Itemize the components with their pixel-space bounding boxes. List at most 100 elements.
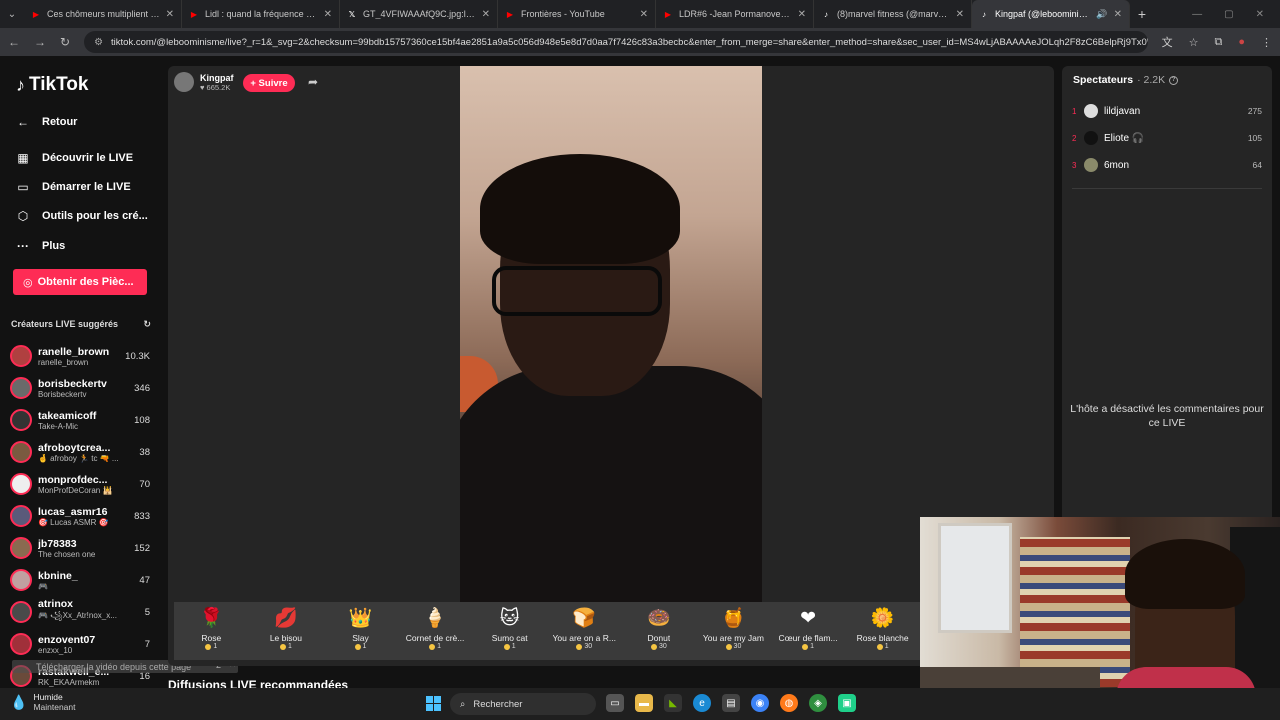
suggested-creator[interactable]: lucas_asmr16 🎯 Lucas ASMR 🎯 833 xyxy=(10,501,150,531)
xbox-icon[interactable]: ◈ xyxy=(809,694,827,712)
address-bar[interactable]: ⚙ tiktok.com/@leboominisme/live?_r=1&_sv… xyxy=(84,31,1148,53)
host-avatar[interactable] xyxy=(174,72,194,92)
coin-icon xyxy=(503,643,510,650)
suggested-creator[interactable]: enzovent07 enzxx_10 7 xyxy=(10,629,150,659)
new-tab-button[interactable]: + xyxy=(1130,6,1154,22)
file-explorer-icon[interactable]: ▬ xyxy=(635,694,653,712)
gift-price: 30 xyxy=(725,643,741,650)
gift-icon: ❤ xyxy=(800,608,816,629)
coin-icon xyxy=(279,643,286,650)
forward-icon[interactable]: → xyxy=(34,35,46,49)
nav-item[interactable]: ← Retour xyxy=(16,115,77,129)
gift-price: 1 xyxy=(279,643,292,650)
gift-item[interactable]: 🍦 Cornet de crè... 1 xyxy=(399,607,471,650)
gift-price: 30 xyxy=(650,643,667,650)
browser-tab[interactable]: ▶ Lidl : quand la fréquence de tra ✕ xyxy=(182,0,340,28)
windows-start-icon[interactable] xyxy=(426,696,441,711)
menu-dots-icon[interactable]: ⋮ xyxy=(1261,36,1272,49)
viewer-row[interactable]: 3 6mon 64 xyxy=(1072,156,1262,174)
gift-item[interactable]: 🍩 Donut 30 xyxy=(623,607,695,650)
suggested-creator[interactable]: kbnine_ 🎮 47 xyxy=(10,565,150,595)
nav-item[interactable]: ▭ Démarrer le LIVE xyxy=(16,180,130,194)
minimize-icon[interactable]: — xyxy=(1192,9,1202,20)
windows-taskbar: 💧 Humide Maintenant ⌕ Rechercher ▭ ▬ ◣ e… xyxy=(0,688,1280,720)
gift-item[interactable]: 🐱 Sumo cat 1 xyxy=(474,607,546,650)
browser-tab[interactable]: ♪ (8)marvel fitness (@marvel.fit) | ✕ xyxy=(814,0,972,28)
close-tab-icon[interactable]: ✕ xyxy=(1114,9,1122,20)
get-coins-button[interactable]: ◎ Obtenir des Pièc... xyxy=(13,269,147,295)
suggested-creator[interactable]: atrinox 🎮 ꧁Xx_Atr!nox_x... 5 xyxy=(10,597,150,627)
live-video[interactable] xyxy=(460,66,762,602)
x-icon: 𝕏 xyxy=(348,9,356,19)
browser-tab[interactable]: ♪ Kingpaf (@leboominisme) 🔊 ✕ xyxy=(972,0,1130,28)
info-icon[interactable]: ? xyxy=(1169,75,1179,85)
chrome-icon[interactable]: ◉ xyxy=(751,694,769,712)
close-tab-icon[interactable]: ✕ xyxy=(482,9,490,20)
tiktok-icon: ♪ xyxy=(824,9,828,19)
tab-search-icon[interactable]: ⌄ xyxy=(0,0,24,28)
gift-item[interactable]: 🍯 You are my Jam 30 xyxy=(697,607,769,650)
close-tab-icon[interactable]: ✕ xyxy=(166,9,174,20)
viewer-row[interactable]: 2 Eliote 🎧 105 xyxy=(1072,129,1262,147)
share-icon[interactable]: ➦ xyxy=(308,75,318,89)
nav-item[interactable]: ▦ Découvrir le LIVE xyxy=(16,151,133,165)
gift-price: 30 xyxy=(576,643,592,650)
host-info[interactable]: Kingpaf ♥ 665.2K xyxy=(174,72,234,92)
nav-item[interactable]: ··· Plus xyxy=(16,239,65,253)
close-tab-icon[interactable]: ✕ xyxy=(798,9,806,20)
taskbar-search[interactable]: ⌕ Rechercher xyxy=(450,693,596,715)
tiktok-logo[interactable]: ♪ TikTok xyxy=(16,74,88,96)
coin-icon xyxy=(876,643,883,650)
chat-app-icon[interactable]: ▣ xyxy=(838,694,856,712)
gift-item[interactable]: ❤ Cœur de flam... 1 xyxy=(772,607,844,650)
sidebar: ♪ TikTok ← Retour ▦ Découvrir le LIVE ▭ Dé… xyxy=(0,56,238,688)
suggested-creator[interactable]: afroboytcrea... 🤞 afroboy 🏃 tc 🔫 ... 38 xyxy=(10,437,150,467)
coin-icon xyxy=(429,643,436,650)
back-icon[interactable]: ← xyxy=(8,35,20,49)
extensions-icon[interactable]: ⧉ xyxy=(1214,36,1222,49)
edge-icon[interactable]: e xyxy=(693,694,711,712)
refresh-icon[interactable]: ↻ xyxy=(143,319,151,330)
tiktok-icon: ♪ xyxy=(982,9,986,19)
weather-widget[interactable]: 💧 Humide Maintenant xyxy=(10,692,76,712)
gift-item[interactable]: 🍞 You are on a R... 30 xyxy=(548,607,620,650)
reload-icon[interactable]: ↻ xyxy=(60,35,70,49)
close-tab-icon[interactable]: ✕ xyxy=(640,9,648,20)
coin-icon xyxy=(354,643,361,650)
close-window-icon[interactable]: ✕ xyxy=(1256,9,1264,20)
gift-price: 1 xyxy=(876,643,889,650)
creator-avatar xyxy=(10,409,32,431)
creator-avatar xyxy=(10,441,32,463)
gift-item[interactable]: 🌼 Rose blanche 1 xyxy=(847,607,919,650)
browser-tab[interactable]: ▶ LDR#6 -Jean Pormanove - Enq ✕ xyxy=(656,0,814,28)
suggested-creator[interactable]: borisbeckertv Borisbeckertv 346 xyxy=(10,373,150,403)
play-icon: ⬡ xyxy=(17,209,29,223)
browser-tab[interactable]: ▶ Frontières - YouTube ✕ xyxy=(498,0,656,28)
viewer-row[interactable]: 1 lildjavan 275 xyxy=(1072,102,1262,120)
coin-icon: ◎ xyxy=(23,276,33,289)
suggested-creator[interactable]: jb78383 The chosen one 152 xyxy=(10,533,150,563)
store-icon[interactable]: ▤ xyxy=(722,694,740,712)
close-tab-icon[interactable]: ✕ xyxy=(324,9,332,20)
follow-button[interactable]: + Suivre xyxy=(243,74,295,92)
browser-tab[interactable]: 𝕏 GT_4VFIWAAAfQ9C.jpg:large ( ✕ xyxy=(340,0,498,28)
nvidia-icon[interactable]: ◣ xyxy=(664,694,682,712)
firefox-icon[interactable]: ◍ xyxy=(780,694,798,712)
gift-item[interactable]: 🌹 Rose 1 xyxy=(175,607,247,650)
close-tab-icon[interactable]: ✕ xyxy=(956,9,964,20)
maximize-icon[interactable]: ▢ xyxy=(1224,9,1233,20)
profile-icon[interactable]: ● xyxy=(1238,36,1245,48)
suggested-creator[interactable]: takeamicoff Take-A-Mic 108 xyxy=(10,405,150,435)
comments-disabled-message: L'hôte a désactivé les commentaires pour… xyxy=(1070,403,1264,429)
suggested-creator[interactable]: ranelle_brown ranelle_brown 10.3K xyxy=(10,341,150,371)
gift-item[interactable]: 👑 Slay 1 xyxy=(324,607,396,650)
site-info-icon[interactable]: ⚙ xyxy=(94,37,103,48)
speaker-icon[interactable]: 🔊 xyxy=(1096,9,1107,20)
task-view-icon[interactable]: ▭ xyxy=(606,694,624,712)
bookmark-star-icon[interactable]: ☆ xyxy=(1189,36,1199,49)
gift-item[interactable]: 💋 Le bisou 1 xyxy=(250,607,322,650)
nav-item[interactable]: ⬡ Outils pour les cré... xyxy=(16,209,148,223)
translate-icon[interactable]: 文 xyxy=(1162,34,1173,50)
suggested-creator[interactable]: monprofdec... MonProfDeCoran 🕌 70 xyxy=(10,469,150,499)
browser-tab[interactable]: ▶ Ces chômeurs multiplient les ca ✕ xyxy=(24,0,182,28)
